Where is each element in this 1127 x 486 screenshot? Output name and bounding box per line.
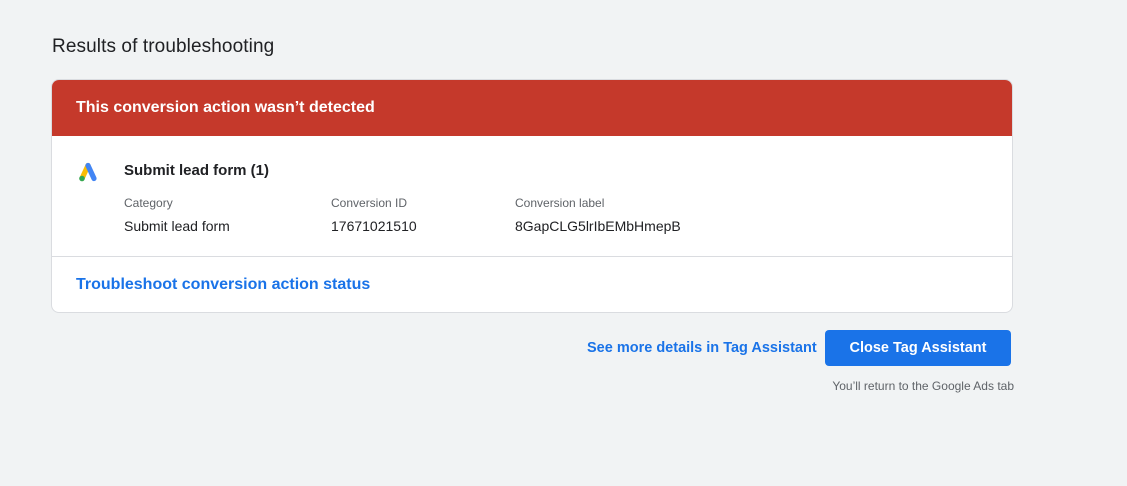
- card-footer: Troubleshoot conversion action status: [52, 257, 1012, 312]
- close-tag-assistant-button[interactable]: Close Tag Assistant: [825, 330, 1011, 366]
- conversion-label-label: Conversion label: [515, 196, 605, 210]
- tag-assistant-details-link[interactable]: See more details in Tag Assistant: [587, 340, 817, 356]
- conversion-id-label: Conversion ID: [331, 196, 408, 210]
- conversion-action-title: Submit lead form (1): [124, 162, 270, 179]
- category-value: Submit lead form: [124, 218, 230, 234]
- error-banner: This conversion action wasn’t detected: [52, 80, 1012, 136]
- return-note: You’ll return to the Google Ads tab: [832, 379, 1014, 393]
- conversion-action-details: Submit lead form (1) Category Submit lea…: [52, 136, 1012, 257]
- category-label: Category: [124, 196, 173, 210]
- conversion-id-value: 17671021510: [331, 218, 417, 234]
- conversion-label-value: 8GapCLG5lrIbEMbHmepB: [515, 218, 681, 234]
- result-card: This conversion action wasn’t detected S…: [51, 79, 1013, 313]
- troubleshoot-status-link[interactable]: Troubleshoot conversion action status: [76, 276, 370, 293]
- google-ads-logo-icon: [79, 162, 97, 182]
- page-title: Results of troubleshooting: [52, 36, 275, 57]
